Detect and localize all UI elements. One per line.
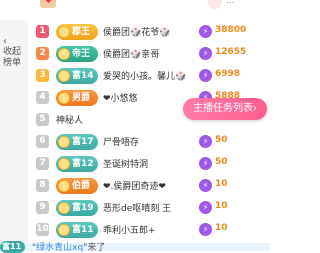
contribution-score: 10 (215, 223, 228, 233)
rank-number: 1 (36, 25, 49, 38)
badge-label: 富19 (72, 203, 94, 213)
ranking-list: 1 郡王 侯爵团🎲花爷🎲 ⚡ 38800 2 帝王 侯爵团🎲亲哥 ⚡ 12655… (28, 20, 270, 243)
rank-number: 8 (36, 179, 49, 192)
user-name: 侯爵团🎲亲哥 (103, 50, 160, 60)
rank-number: 10 (36, 223, 49, 236)
ranking-row[interactable]: 9 富19 恶形de呕晴刻 王 ⚡ 10 (28, 198, 270, 220)
contribution-score: 6998 (215, 69, 241, 79)
coin-icon (58, 48, 70, 60)
rank-badge: 伯爵 (56, 178, 98, 194)
badge-label: 富17 (72, 137, 94, 147)
entry-notification-bar: 富11 "绿水青山xq"来了 (0, 240, 270, 253)
rank-badge: 郡王 (56, 24, 98, 40)
ranking-row[interactable]: 2 帝王 侯爵团🎲亲哥 ⚡ 12655 (28, 44, 270, 66)
ranking-row[interactable]: 8 伯爵 ❤.侯爵团奇迹❤ ⚡ 10 (28, 176, 270, 198)
user-name: 神秘人 (56, 116, 84, 126)
coin-icon (58, 26, 70, 38)
entry-suffix: "来了 (83, 243, 106, 253)
user-name: 圣诞树特洞 (103, 160, 149, 170)
badge-label: 伯爵 (72, 181, 91, 191)
user-name: 尸骨唔存 (103, 138, 140, 148)
decoration-circle (208, 0, 222, 9)
host-task-list-button[interactable]: 主播任务列表› (183, 98, 267, 120)
user-name: 恶形de呕晴刻 王 (103, 204, 172, 214)
contribution-score: 10 (215, 201, 228, 211)
rank-badge: 富11 (56, 222, 98, 238)
rank-badge: 男爵 (56, 90, 98, 106)
gift-icon: ⚡ (199, 69, 212, 82)
contribution-score: 50 (215, 157, 228, 167)
chevron-right-icon: › (253, 103, 257, 114)
rank-badge: 帝王 (56, 46, 98, 62)
gift-icon: ⚡ (199, 157, 212, 170)
contribution-score: 50 (215, 135, 228, 145)
user-name: 爱哭的小孩。馨儿🎲 (103, 72, 187, 82)
ranking-row[interactable]: 6 富17 尸骨唔存 ⚡ 50 (28, 132, 270, 154)
user-name: 侯爵团🎲花爷🎲 (103, 28, 171, 38)
badge-label: 富14 (72, 71, 94, 81)
top-partial-text: ... (226, 0, 235, 6)
gift-icon: ⚡ (199, 25, 212, 38)
user-name: 乖利小五郎+ (103, 226, 156, 236)
badge-label: 帝王 (72, 49, 91, 59)
contribution-score: 10 (215, 179, 228, 189)
gift-box-icon (40, 0, 56, 8)
gift-icon: ⚡ (199, 135, 212, 148)
rank-number: 4 (36, 91, 49, 104)
rank-badge: 富12 (56, 156, 98, 172)
footer-badge: 富11 (0, 241, 26, 253)
rank-number: 9 (36, 201, 49, 214)
coin-icon (58, 158, 70, 170)
contribution-score: 38800 (215, 25, 247, 35)
gift-icon: ⚡ (199, 47, 212, 60)
coin-icon (58, 92, 70, 104)
ranking-row[interactable]: 10 富11 乖利小五郎+ ⚡ 10 (28, 220, 270, 242)
rank-number: 7 (36, 157, 49, 170)
badge-label: 富11 (72, 225, 94, 235)
sidebar: ‹ 收起榜单 (0, 20, 28, 243)
badge-label: 富12 (72, 159, 94, 169)
rank-number: 2 (36, 47, 49, 60)
host-task-list-label: 主播任务列表 (193, 103, 253, 114)
gift-icon: ⚡ (199, 201, 212, 214)
ranking-row[interactable]: 1 郡王 侯爵团🎲花爷🎲 ⚡ 38800 (28, 22, 270, 44)
user-name: ❤小悠悠 (103, 94, 138, 104)
collapse-ranking-label: 收起榜单 (3, 47, 22, 68)
coin-icon (58, 70, 70, 82)
rank-number: 6 (36, 135, 49, 148)
contribution-score: 12655 (215, 47, 247, 57)
coin-icon (58, 202, 70, 214)
coin-icon (58, 224, 70, 236)
rank-number: 3 (36, 69, 49, 82)
coin-icon (58, 180, 70, 192)
chevron-left-icon: ‹ (3, 36, 7, 47)
gift-icon: ⚡ (199, 223, 212, 236)
rank-number: 5 (36, 113, 49, 126)
badge-label: 郡王 (72, 27, 91, 37)
rank-badge: 富14 (56, 68, 98, 84)
coin-icon (58, 136, 70, 148)
rank-badge: 富19 (56, 200, 98, 216)
ranking-row[interactable]: 3 富14 爱哭的小孩。馨儿🎲 ⚡ 6998 (28, 66, 270, 88)
user-name: ❤.侯爵团奇迹❤ (103, 182, 166, 192)
badge-label: 男爵 (72, 93, 91, 103)
top-strip: ... (0, 0, 270, 20)
entry-username: 绿水青山xq (36, 243, 84, 253)
entry-message: "绿水青山xq"来了 (32, 240, 105, 253)
rank-badge: 富17 (56, 134, 98, 150)
ranking-row[interactable]: 7 富12 圣诞树特洞 ⚡ 50 (28, 154, 270, 176)
collapse-ranking-button[interactable]: ‹ 收起榜单 (3, 36, 27, 69)
gift-icon: ⚡ (199, 179, 212, 192)
